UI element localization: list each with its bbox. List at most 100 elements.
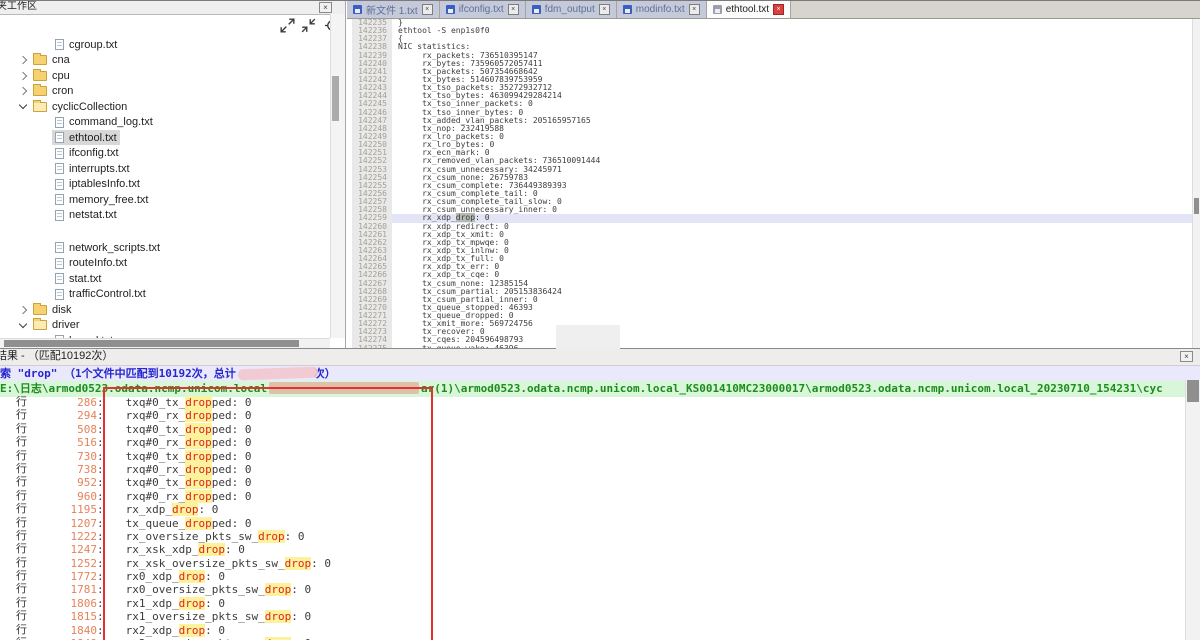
workspace-toolbar	[0, 15, 345, 35]
search-result-row[interactable]: 行1815:rx1_oversize_pkts_sw_drop: 0	[0, 610, 1185, 623]
chevron-right-icon[interactable]	[19, 306, 27, 314]
expand-all-icon[interactable]	[280, 18, 295, 33]
result-file-path[interactable]: E:\日志\armod0523.odata.ncmp.unicom.locala…	[0, 381, 1200, 397]
tab-close-icon[interactable]: ×	[422, 4, 433, 15]
tree-item-interrupts-txt[interactable]: interrupts.txt	[0, 161, 330, 177]
search-result-row[interactable]: 行294:rxq#0_rx_dropped: 0	[0, 409, 1185, 422]
search-result-row[interactable]: 行508:txq#0_tx_dropped: 0	[0, 423, 1185, 436]
editor-line[interactable]: 142237{	[352, 35, 1192, 43]
search-result-row[interactable]: 行1222:rx_oversize_pkts_sw_drop: 0	[0, 530, 1185, 543]
chevron-down-icon[interactable]	[19, 101, 27, 109]
search-result-row[interactable]: 行516:rxq#0_rx_dropped: 0	[0, 436, 1185, 449]
tree-item-command-log-txt[interactable]: command_log.txt	[0, 115, 330, 131]
match-highlight: drop	[185, 517, 212, 530]
collapse-all-icon[interactable]	[301, 18, 316, 33]
scrollbar-thumb[interactable]	[332, 76, 339, 121]
tree-item-stat-txt[interactable]: stat.txt	[0, 271, 330, 287]
result-line-number: 516	[31, 436, 97, 449]
workspace-title: 夹工作区	[0, 1, 37, 12]
search-result-row[interactable]: 行1195:rx_xdp_drop: 0	[0, 503, 1185, 516]
file-icon	[55, 179, 64, 190]
colon: :	[97, 490, 104, 503]
editor-vertical-scrollbar[interactable]	[1192, 19, 1200, 348]
scrollbar-thumb[interactable]	[1187, 380, 1199, 402]
search-result-row[interactable]: 行1781:rx0_oversize_pkts_sw_drop: 0	[0, 583, 1185, 596]
tab-1-txt[interactable]: 新文件 1.txt×	[347, 1, 440, 18]
search-result-row[interactable]: 行730:txq#0_tx_dropped: 0	[0, 450, 1185, 463]
tab-label: fdm_output	[545, 4, 595, 15]
chevron-right-icon[interactable]	[19, 72, 27, 80]
search-result-row[interactable]: 行1207:tx_queue_dropped: 0	[0, 517, 1185, 530]
tree-item-cron[interactable]: cron	[0, 84, 330, 100]
chevron-right-icon[interactable]	[19, 56, 27, 64]
result-line-text: rx_xsk_oversize_pkts_sw_drop: 0	[126, 557, 331, 570]
scrollbar-thumb[interactable]	[1194, 198, 1199, 214]
line-text: {	[392, 35, 1192, 43]
search-result-row[interactable]: 行1772:rx0_xdp_drop: 0	[0, 570, 1185, 583]
tree-item-memory-free-txt[interactable]: memory_free.txt	[0, 192, 330, 208]
colon: :	[97, 597, 104, 610]
tree-item-trafficcontrol-txt[interactable]: trafficControl.txt	[0, 287, 330, 303]
scrollbar-thumb[interactable]	[4, 340, 299, 347]
file-icon	[55, 258, 64, 269]
results-vertical-scrollbar[interactable]	[1185, 380, 1200, 640]
tree-item-ifconfig-txt[interactable]: ifconfig.txt	[0, 146, 330, 162]
tree-item-cgroup-txt[interactable]: cgroup.txt	[0, 37, 330, 53]
workspace-panel: 夹工作区 × cgroup.txtcnacpucroncyclicCollect…	[0, 1, 346, 348]
tree-item-label: disk	[52, 304, 72, 316]
search-result-row[interactable]: 行1840:rx2_xdp_drop: 0	[0, 624, 1185, 637]
search-result-row[interactable]: 行1252:rx_xsk_oversize_pkts_sw_drop: 0	[0, 557, 1185, 570]
search-result-row[interactable]: 行1806:rx1_xdp_drop: 0	[0, 597, 1185, 610]
tree-vertical-scrollbar[interactable]	[330, 14, 345, 338]
tab-ethtool-txt[interactable]: ethtool.txt×	[707, 1, 791, 18]
chevron-right-icon[interactable]	[19, 87, 27, 95]
colon: :	[97, 570, 104, 583]
tree-item-iptablesinfo-txt[interactable]: iptablesInfo.txt	[0, 177, 330, 193]
editor-line[interactable]: 142236ethtool -S enp1s0f0	[352, 27, 1192, 35]
tree-item-routeinfo-txt[interactable]: routeInfo.txt	[0, 256, 330, 272]
result-line-number: 1222	[31, 530, 97, 543]
colon: :	[97, 409, 104, 422]
results-close-icon[interactable]: ×	[1180, 351, 1193, 362]
workspace-close-icon[interactable]: ×	[319, 2, 332, 13]
tree-item-ethtool-txt[interactable]: ethtool.txt	[0, 130, 330, 146]
tree-item-disk[interactable]: disk	[0, 302, 330, 318]
tree-item-network-scripts-txt[interactable]: network_scripts.txt	[0, 240, 330, 256]
result-line-number: 1840	[31, 624, 97, 637]
tab-close-icon[interactable]: ×	[773, 4, 784, 15]
tree-horizontal-scrollbar[interactable]	[0, 338, 330, 348]
match-highlight: drop	[185, 450, 212, 463]
tab-close-icon[interactable]: ×	[689, 4, 700, 15]
tab-close-icon[interactable]: ×	[508, 4, 519, 15]
line-text: rx_csum_unnecessary_inner: 0	[392, 206, 1192, 214]
search-results-panel: 结果 - （匹配10192次） × 索 "drop" （1个文件中匹配到1019…	[0, 348, 1200, 640]
tab-fdm-output[interactable]: fdm_output ×	[526, 1, 617, 18]
path-suffix: ar(1)\armod0523.odata.ncmp.unicom.local_…	[421, 382, 1163, 395]
tab-close-icon[interactable]: ×	[599, 4, 610, 15]
chevron-down-icon[interactable]	[19, 320, 27, 328]
tree-item-label-wrap: memory_free.txt	[52, 192, 151, 207]
tree-item-label-wrap: ethtool.txt	[52, 130, 120, 145]
tree-item-driver[interactable]: driver	[0, 318, 330, 334]
search-result-row[interactable]: 行960:rxq#0_rx_dropped: 0	[0, 490, 1185, 503]
colon: :	[97, 476, 104, 489]
search-result-row[interactable]: 行952:txq#0_tx_dropped: 0	[0, 476, 1185, 489]
folder-icon	[33, 305, 47, 315]
search-result-row[interactable]: 行738:rxq#0_rx_dropped: 0	[0, 463, 1185, 476]
tree-item-cycliccollection[interactable]: cyclicCollection	[0, 99, 330, 115]
search-result-row[interactable]: 行286:txq#0_tx_dropped: 0	[0, 396, 1185, 409]
line-text: rx_lro_packets: 0	[392, 133, 1192, 141]
tree-item-cna[interactable]: cna	[0, 53, 330, 69]
line-label: 行	[16, 543, 31, 556]
result-line-number: 730	[31, 450, 97, 463]
match-highlight: drop	[265, 583, 292, 596]
file-icon	[55, 39, 64, 50]
search-result-row[interactable]: 行1247:rx_xsk_xdp_drop: 0	[0, 543, 1185, 556]
tab-bar: 新文件 1.txt×ifconfig.txt×fdm_output×modinf…	[347, 1, 1200, 19]
tree-item-cpu[interactable]: cpu	[0, 68, 330, 84]
tree-item-netstat-txt[interactable]: netstat.txt	[0, 208, 330, 224]
editor[interactable]: 142235}142236ethtool -S enp1s0f0142237{1…	[352, 19, 1192, 348]
file-tree: cgroup.txtcnacpucroncyclicCollectioncomm…	[0, 37, 330, 338]
tab-ifconfig-txt[interactable]: ifconfig.txt×	[440, 1, 526, 18]
tab-modinfo-txt[interactable]: modinfo.txt×	[617, 1, 707, 18]
